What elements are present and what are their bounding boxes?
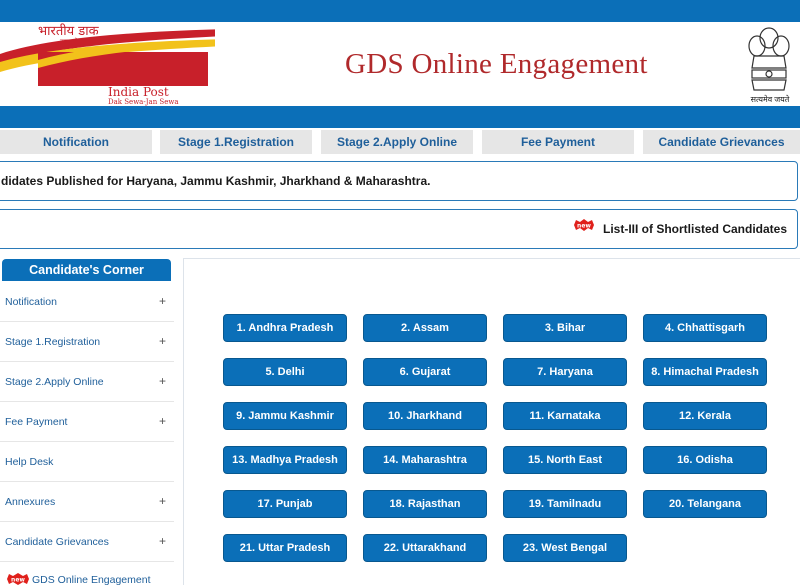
nav-notification[interactable]: Notification bbox=[0, 130, 152, 154]
state-button[interactable]: 9. Jammu Kashmir bbox=[223, 402, 347, 430]
new-badge-text: new bbox=[577, 223, 591, 230]
logo-brand-text: India Post bbox=[108, 85, 169, 99]
state-button[interactable]: 17. Punjab bbox=[223, 490, 347, 518]
new-badge-icon: new bbox=[574, 219, 594, 231]
sidebar-item-label: Notification bbox=[5, 296, 57, 308]
sidebar-title: Candidate's Corner bbox=[2, 259, 171, 281]
state-button[interactable]: 21. Uttar Pradesh bbox=[223, 534, 347, 562]
new-badge-icon: new bbox=[7, 573, 29, 585]
sidebar-item-label: Stage 1.Registration bbox=[5, 336, 101, 348]
state-button[interactable]: 7. Haryana bbox=[503, 358, 627, 386]
expand-plus-icon[interactable]: + bbox=[159, 334, 166, 348]
news-ticker-2: new List-III of Shortlisted Candidates bbox=[0, 209, 798, 249]
logo-tagline-text: Dak Sewa-Jan Sewa bbox=[108, 98, 179, 106]
header-blue-band bbox=[0, 106, 800, 128]
sidebar-item-stage1-registration[interactable]: Stage 1.Registration + bbox=[0, 322, 174, 362]
sidebar-item-label: Annexures bbox=[5, 496, 56, 508]
sidebar-item-fee-payment[interactable]: Fee Payment + bbox=[0, 402, 174, 442]
state-button[interactable]: 18. Rajasthan bbox=[363, 490, 487, 518]
state-button[interactable]: 5. Delhi bbox=[223, 358, 347, 386]
sidebar-item-label: Candidate Grievances bbox=[5, 536, 109, 548]
expand-plus-icon[interactable]: + bbox=[159, 534, 166, 548]
ticker-text-2[interactable]: List-III of Shortlisted Candidates bbox=[603, 222, 787, 236]
site-header: भारतीय डाक डाक सेवा-जन सेवा India Post D… bbox=[0, 22, 800, 106]
sidebar-item-notification[interactable]: Notification + bbox=[0, 282, 174, 322]
state-button[interactable]: 13. Madhya Pradesh bbox=[223, 446, 347, 474]
logo-hindi-text: भारतीय डाक bbox=[38, 23, 100, 39]
state-button[interactable]: 4. Chhattisgarh bbox=[643, 314, 767, 342]
sidebar-item-annexures[interactable]: Annexures + bbox=[0, 482, 174, 522]
state-button[interactable]: 23. West Bengal bbox=[503, 534, 627, 562]
state-button[interactable]: 8. Himachal Pradesh bbox=[643, 358, 767, 386]
nav-stage1-registration[interactable]: Stage 1.Registration bbox=[160, 130, 312, 154]
sidebar-item-stage2-apply-online[interactable]: Stage 2.Apply Online + bbox=[0, 362, 174, 402]
sidebar-item-help-desk[interactable]: Help Desk bbox=[0, 442, 174, 482]
state-selection-panel: 1. Andhra Pradesh 2. Assam 3. Bihar 4. Chha… bbox=[183, 258, 800, 585]
state-button[interactable]: 16. Odisha bbox=[643, 446, 767, 474]
state-button[interactable]: 3. Bihar bbox=[503, 314, 627, 342]
nav-fee-payment[interactable]: Fee Payment bbox=[482, 130, 634, 154]
page-title: GDS Online Engagement bbox=[345, 48, 648, 80]
sidebar-item-candidate-grievances[interactable]: Candidate Grievances + bbox=[0, 522, 174, 562]
sidebar-item-label: GDS Online Engagement bbox=[32, 574, 151, 585]
expand-plus-icon[interactable]: + bbox=[159, 494, 166, 508]
state-button[interactable]: 12. Kerala bbox=[643, 402, 767, 430]
nav-stage2-apply-online[interactable]: Stage 2.Apply Online bbox=[321, 130, 473, 154]
india-post-logo[interactable]: भारतीय डाक डाक सेवा-जन सेवा India Post D… bbox=[0, 22, 215, 106]
state-button[interactable]: 6. Gujarat bbox=[363, 358, 487, 386]
main-nav: Notification Stage 1.Registration Stage … bbox=[0, 128, 800, 154]
state-button[interactable]: 22. Uttarakhand bbox=[363, 534, 487, 562]
news-ticker-1: didates Published for Haryana, Jammu Kas… bbox=[0, 161, 798, 201]
emblem-caption: सत्यमेव जयते bbox=[750, 95, 790, 104]
state-button[interactable]: 2. Assam bbox=[363, 314, 487, 342]
state-button[interactable]: 20. Telangana bbox=[643, 490, 767, 518]
sidebar-item-label: Help Desk bbox=[5, 456, 54, 468]
state-button[interactable]: 10. Jharkhand bbox=[363, 402, 487, 430]
sidebar-item-gds-online-engagement[interactable]: new GDS Online Engagement bbox=[0, 570, 174, 585]
state-button[interactable]: 14. Maharashtra bbox=[363, 446, 487, 474]
state-button[interactable]: 19. Tamilnadu bbox=[503, 490, 627, 518]
state-button[interactable]: 1. Andhra Pradesh bbox=[223, 314, 347, 342]
candidates-corner-sidebar: Candidate's Corner Notification + Stage … bbox=[0, 258, 174, 585]
expand-plus-icon[interactable]: + bbox=[159, 374, 166, 388]
ticker-text-1[interactable]: didates Published for Haryana, Jammu Kas… bbox=[1, 174, 430, 188]
nav-candidate-grievances[interactable]: Candidate Grievances bbox=[643, 130, 800, 154]
state-button[interactable]: 15. North East bbox=[503, 446, 627, 474]
top-blue-band bbox=[0, 0, 800, 22]
sidebar-item-label: Fee Payment bbox=[5, 416, 68, 428]
expand-plus-icon[interactable]: + bbox=[159, 414, 166, 428]
expand-plus-icon[interactable]: + bbox=[159, 294, 166, 308]
new-badge-text: new bbox=[11, 577, 25, 584]
sidebar-item-label: Stage 2.Apply Online bbox=[5, 376, 104, 388]
state-button[interactable]: 11. Karnataka bbox=[503, 402, 627, 430]
